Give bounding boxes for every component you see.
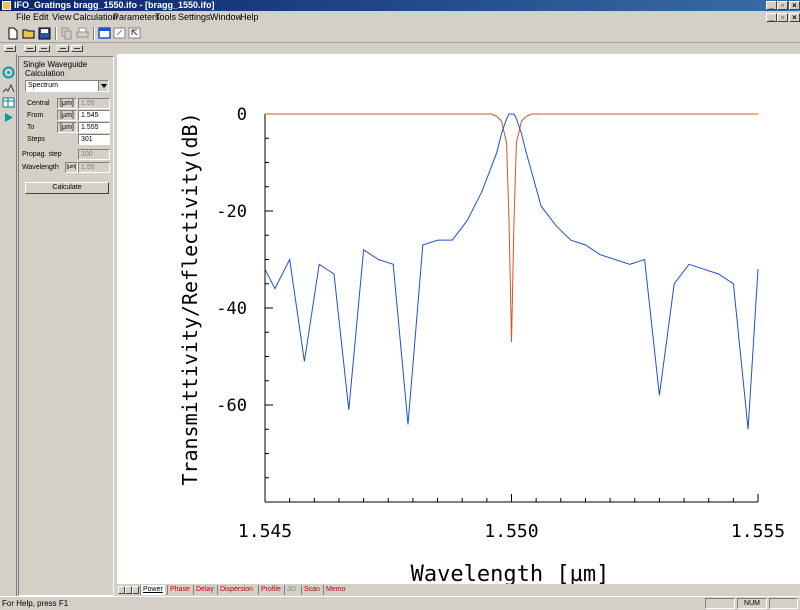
propag-step-label: Propag. step [22,151,62,158]
title-bar: IFO_Gratings bragg_1550.ifo - [bragg_155… [0,0,800,11]
tab-delay[interactable]: Delay [193,585,216,595]
chart-axes: 0 -20 -40 -60 1.545 1.550 1.555 [216,105,785,542]
spectrum-icon[interactable] [2,82,15,95]
window-title: IFO_Gratings bragg_1550.ifo - [bragg_155… [14,0,215,10]
doc-minimize-button[interactable]: _ [766,13,777,22]
tab-memo[interactable]: Memo [323,585,347,595]
from-unit: [µm] [57,110,77,121]
doc-close-button[interactable]: × [789,13,800,22]
toolbar-separator [55,27,57,40]
minimize-button[interactable]: _ [766,1,777,10]
status-bar: For Help, press F1 NUM [0,596,800,610]
y-axis-label: Transmittivity/Reflectivity(dB) [178,112,202,485]
steps-field[interactable]: 301 [78,134,110,145]
tab-profile[interactable]: Profile [258,585,283,595]
run-icon[interactable] [2,111,15,124]
tab-nav-first[interactable] [118,586,125,594]
wavelength-field[interactable]: 1.55 [78,162,110,173]
menu-calculation[interactable]: Calculation [73,11,118,24]
left-icon-strip [0,54,17,596]
to-unit: [µm] [57,122,77,133]
parameter-panel: Single Waveguide Calculation Spectrum Ce… [18,56,114,596]
status-help-text: For Help, press F1 [2,599,69,608]
from-label: From [27,112,44,119]
transmittivity-series-line [264,113,759,430]
from-field[interactable]: 1.545 [78,110,110,121]
central-unit: [µm] [57,98,77,109]
tab-nav-prev[interactable] [125,586,132,594]
chart-labels: Transmittivity/Reflectivity(dB) Waveleng… [178,112,610,587]
calculate-button[interactable]: Calculate [25,182,109,194]
central-label: Central [27,100,50,107]
x-tick-label: 1.545 [238,521,292,542]
x-tick-label: 1.550 [484,521,538,542]
tab-3d[interactable]: 3D [284,585,298,595]
waveguide-icon[interactable] [2,66,15,79]
layout-button-3[interactable] [38,45,50,52]
new-file-icon[interactable] [5,26,20,40]
menu-parameters[interactable]: Parameters [113,11,160,24]
app-icon [2,1,11,10]
close-button[interactable]: × [789,1,800,10]
chevron-down-icon[interactable] [98,81,108,91]
calculation-select[interactable]: Spectrum [25,80,109,92]
menu-help[interactable]: Help [240,11,259,24]
export-icon[interactable] [112,26,127,40]
reflectivity-series-line [265,113,758,343]
steps-label: Steps [27,136,45,143]
section-title: Single Waveguide [23,60,88,69]
tab-phase[interactable]: Phase [167,585,192,595]
x-axis-label: Wavelength [µm] [411,562,610,584]
wavelength-label: Wavelength [22,164,59,171]
view-tabs: Power Phase Delay Dispersion Profile 3D … [117,585,800,596]
table-icon[interactable] [2,96,15,109]
menu-window[interactable]: Window [210,11,242,24]
y-tick-label: 0 [237,105,247,125]
calculation-label: Calculation [25,69,65,78]
wavelength-unit: [µm] [65,162,78,173]
layout-button-5[interactable] [71,45,83,52]
tab-scan[interactable]: Scan [301,585,322,595]
calculation-value: Spectrum [28,82,58,89]
doc-restore-button[interactable]: ▫ [777,13,788,22]
print-icon[interactable] [75,26,90,40]
secondary-toolbar [0,43,800,54]
spectrum-chart: 0 -20 -40 -60 1.545 1.550 1.555 Transmittivity… [178,105,785,587]
save-icon[interactable] [37,26,52,40]
y-tick-label: -20 [216,202,247,222]
menu-file[interactable]: File [16,11,31,24]
copy-icon[interactable] [59,26,74,40]
tab-nav-next[interactable] [132,586,139,594]
status-pane-scrl [769,598,798,609]
tab-power[interactable]: Power [140,585,165,595]
layout-button-1[interactable] [4,45,16,52]
to-label: To [27,124,35,131]
restore-button[interactable]: ▫ [777,1,788,10]
propag-step-field[interactable]: 100 [78,149,110,160]
x-tick-label: 1.555 [731,521,785,542]
y-tick-label: -40 [216,299,247,319]
central-field[interactable]: 1.55 [78,98,110,109]
menu-view[interactable]: View [52,11,71,24]
menu-bar: File Edit View Calculation Parameters To… [0,11,800,24]
menu-tools[interactable]: Tools [155,11,176,24]
menu-edit[interactable]: Edit [33,11,49,24]
toolbar-separator [93,27,95,40]
plot-area: 0 -20 -40 -60 1.545 1.550 1.555 Transmittivity… [117,54,800,587]
status-num-indicator: NUM [737,598,767,609]
open-folder-icon[interactable] [21,26,36,40]
toolbar [0,24,800,43]
y-tick-label: -60 [216,396,247,416]
chart-series [264,113,759,430]
tab-dispersion[interactable]: Dispersion [217,585,255,595]
status-pane-empty [705,598,735,609]
pointer-icon[interactable] [127,26,142,40]
window-layout-icon[interactable] [97,26,112,40]
menu-settings[interactable]: Settings [178,11,211,24]
layout-button-4[interactable] [57,45,69,52]
layout-button-2[interactable] [24,45,36,52]
to-field[interactable]: 1.555 [78,122,110,133]
